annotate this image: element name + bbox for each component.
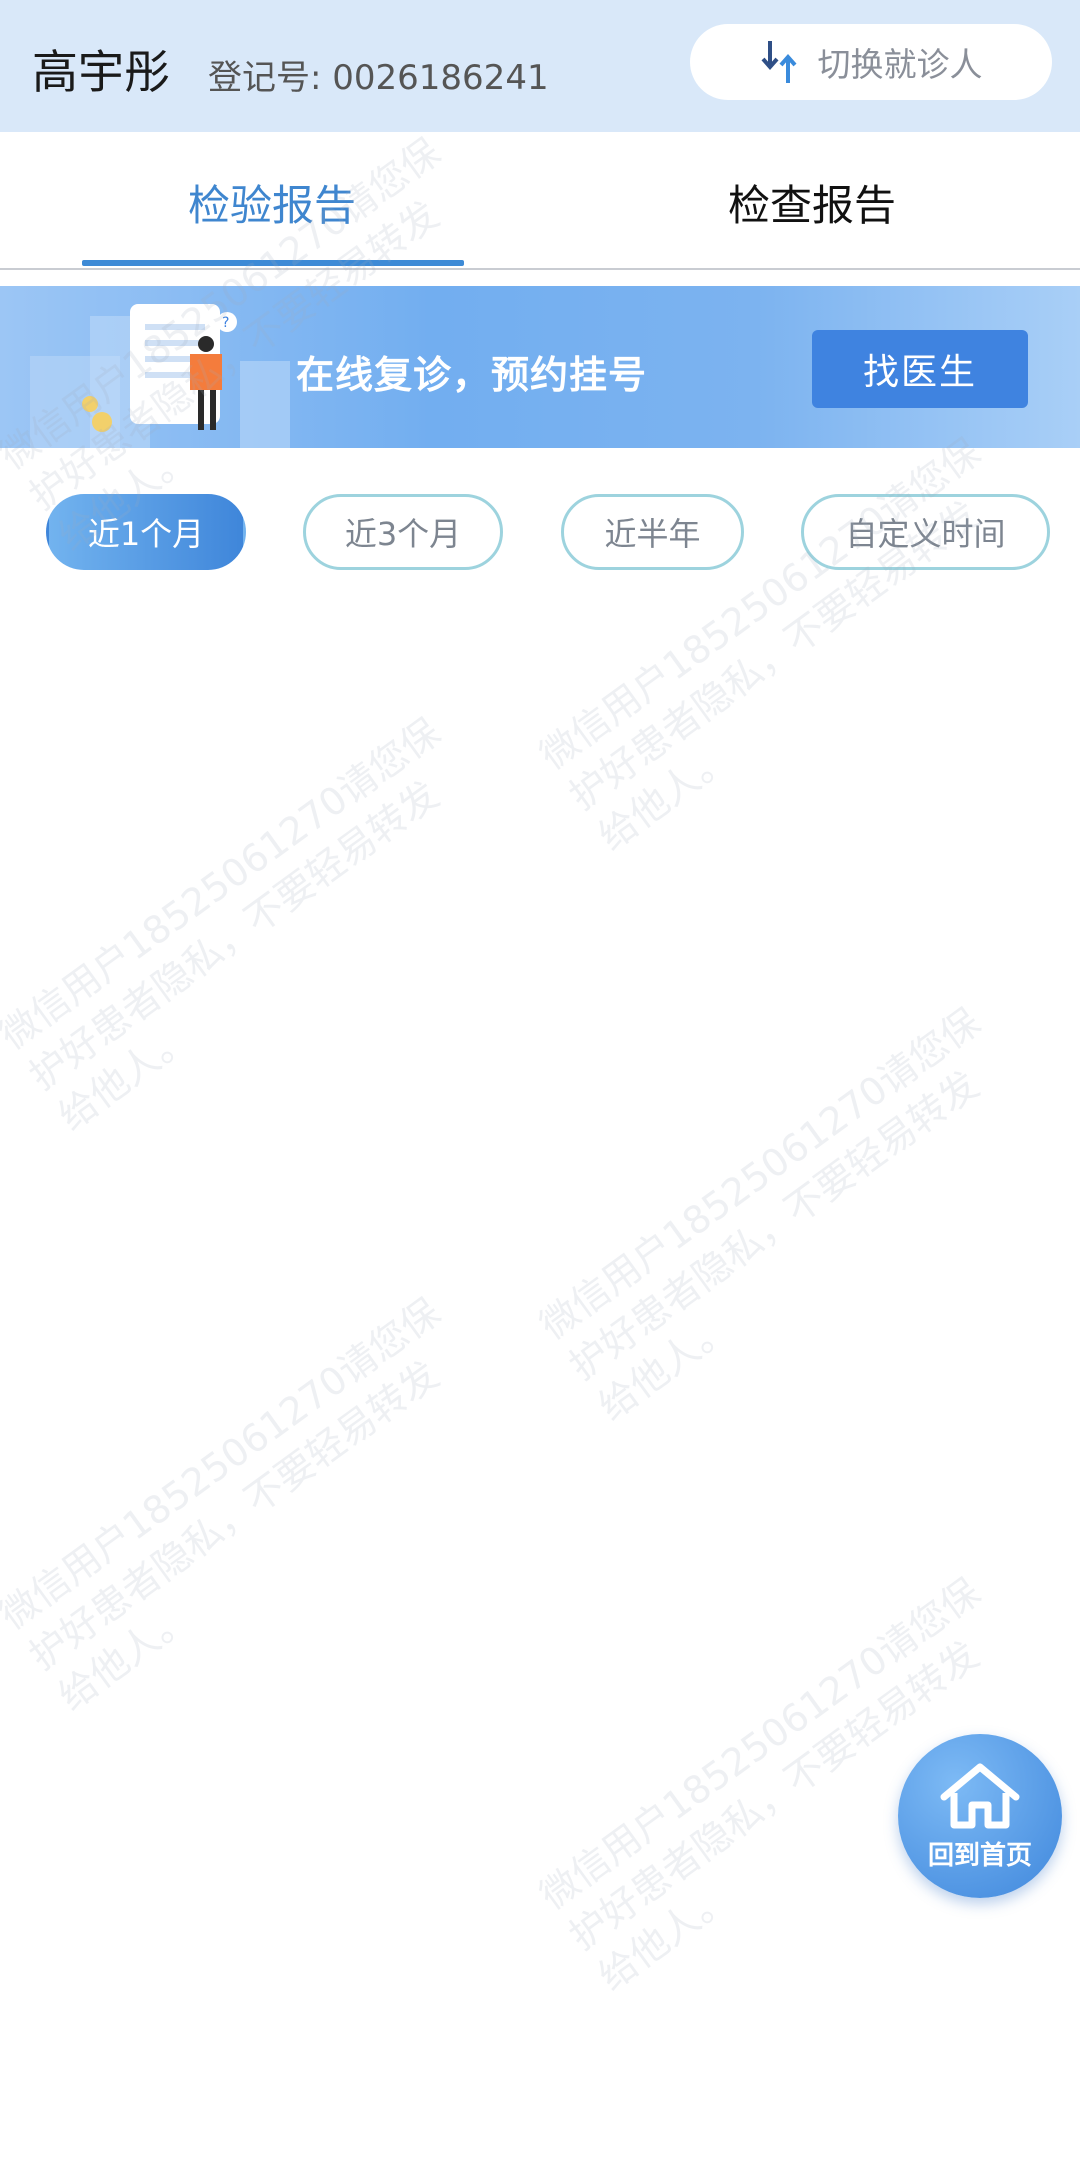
switch-patient-label: 切换就诊人 [817,45,983,84]
back-to-home-label: 回到首页 [927,1840,1032,1871]
back-to-home-button[interactable]: 回到首页 [898,1734,1062,1898]
banner-text: 在线复诊，预约挂号 [296,353,648,397]
watermark-line: 微信用户18525061270请您保 [531,999,988,1349]
watermark-line: 微信用户18525061270请您保 [531,429,988,779]
swap-arrows-icon [760,41,797,83]
watermark-block: 微信用户18525061270请您保 护好患者隐私，不要轻易转发 给他人。 [0,1271,531,1722]
home-icon [940,1763,1020,1828]
filter-1-month[interactable]: 近1个月 [46,494,246,570]
watermark-line: 护好患者隐私，不要轻易转发 [561,1062,987,1389]
watermark-block: 微信用户18525061270请您保 护好患者隐私，不要轻易转发 给他人。 [0,691,531,1142]
watermark-line: 护好患者隐私，不要轻易转发 [21,772,447,1099]
patient-name: 高宇彤 [32,45,170,99]
watermark-block: 微信用户18525061270请您保 护好患者隐私，不要轻易转发 给他人。 [530,981,1071,1432]
registration-number: 登记号: 0026186241 [208,58,549,98]
patient-header: 高宇彤 登记号: 0026186241 切换就诊人 [0,0,1080,132]
watermark-line: 给他人。 [50,1013,200,1139]
active-tab-indicator [82,260,464,266]
find-doctor-button[interactable]: 找医生 [812,330,1028,408]
svg-text:?: ? [222,315,229,331]
watermark-block: 微信用户18525061270请您保 护好患者隐私，不要轻易转发 给他人。 [530,411,1071,862]
tab-lab-report[interactable]: 检验报告 [188,172,356,233]
report-tabs: 检验报告 检查报告 [0,132,1080,270]
tab-exam-report[interactable]: 检查报告 [728,172,896,233]
filter-half-year[interactable]: 近半年 [561,494,744,570]
watermark-line: 微信用户18525061270请您保 [0,1289,448,1639]
watermark-line: 给他人。 [50,1593,200,1719]
filter-3-months[interactable]: 近3个月 [303,494,503,570]
watermark-line: 护好患者隐私，不要轻易转发 [21,1352,447,1679]
watermark-line: 给他人。 [590,1303,740,1429]
filter-custom-time[interactable]: 自定义时间 [801,494,1050,570]
online-consult-banner[interactable]: ? 在线复诊，预约挂号 找医生 [0,286,1080,448]
watermark-line: 微信用户18525061270请您保 [0,709,448,1059]
switch-patient-button[interactable]: 切换就诊人 [690,24,1052,100]
